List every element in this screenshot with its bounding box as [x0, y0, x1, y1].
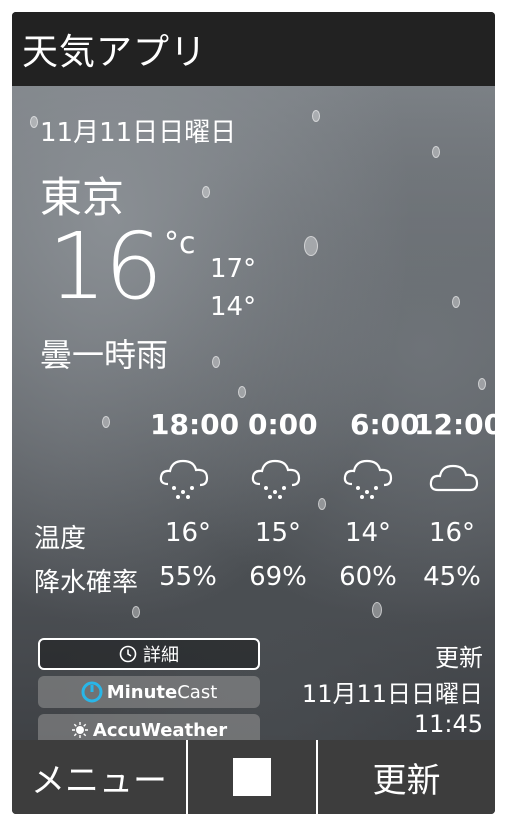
current-temperature: 16	[48, 213, 163, 320]
raindrop-decoration	[102, 416, 110, 428]
current-date: 11月11日日曜日	[40, 118, 237, 148]
forecast-precip: 45%	[423, 562, 481, 592]
forecast-temp: 16°	[428, 518, 476, 548]
raindrop-decoration	[304, 236, 318, 256]
raindrop-decoration	[202, 186, 210, 198]
forecast-precip: 69%	[249, 562, 307, 592]
raindrop-decoration	[318, 498, 326, 510]
title-bar: 天気アプリ	[12, 12, 495, 86]
low-temperature: 14°	[210, 292, 257, 322]
accuweather-label: AccuWeather	[92, 719, 228, 741]
refresh-label: 更新	[372, 760, 441, 801]
weather-condition: 曇一時雨	[40, 336, 169, 374]
updated-time: 11:45	[413, 710, 483, 738]
weather-panel: 11月11日日曜日 東京 16 °c 17° 14° 曇一時雨 18:00 0:…	[12, 86, 495, 740]
raindrop-decoration	[30, 116, 38, 128]
forecast-temp: 16°	[164, 518, 212, 548]
updated-date: 11月11日日曜日	[301, 680, 483, 708]
raindrop-decoration	[452, 296, 460, 308]
clock-icon	[119, 645, 137, 663]
cloud-icon	[429, 464, 479, 492]
menu-button[interactable]: メニュー	[12, 740, 188, 814]
refresh-button[interactable]: 更新	[318, 740, 495, 814]
temperature-unit: °c	[164, 226, 196, 261]
forecast-precip: 55%	[159, 562, 217, 592]
raindrop-decoration	[212, 356, 220, 368]
forecast-precip: 60%	[339, 562, 397, 592]
bottom-bar: メニュー 更新	[12, 740, 495, 814]
forecast-time: 6:00	[350, 408, 420, 441]
updated-label: 更新	[435, 644, 483, 672]
cloud-rain-icon	[251, 459, 301, 499]
menu-label: メニュー	[31, 760, 167, 801]
minutecast-button[interactable]: Minute Cast	[38, 676, 260, 708]
minutecast-label-a: Minute	[106, 681, 178, 703]
raindrop-decoration	[372, 602, 382, 618]
forecast-time: 18:00	[150, 408, 240, 441]
square-icon	[233, 758, 271, 796]
raindrop-decoration	[132, 606, 140, 618]
raindrop-decoration	[478, 378, 486, 390]
app-title: 天気アプリ	[22, 32, 208, 73]
sun-icon	[71, 722, 88, 738]
minutecast-label-b: Cast	[177, 681, 218, 703]
forecast-temp: 14°	[344, 518, 392, 548]
detail-label: 詳細	[143, 645, 179, 666]
phone-screen: 天気アプリ 11月11日日曜日 東京 16 °c 17° 14° 曇一時雨 18…	[12, 12, 495, 814]
cloud-rain-icon	[159, 459, 209, 499]
high-temperature: 17°	[210, 254, 257, 284]
forecast-temp: 15°	[254, 518, 302, 548]
forecast-time: 12:00	[414, 408, 495, 441]
forecast-time: 0:00	[248, 408, 318, 441]
temperature-row-label: 温度	[34, 524, 87, 554]
accuweather-button[interactable]: AccuWeather	[38, 714, 260, 740]
raindrop-decoration	[432, 146, 440, 158]
raindrop-decoration	[312, 110, 320, 122]
raindrop-decoration	[238, 386, 246, 398]
precipitation-row-label: 降水確率	[34, 568, 139, 598]
cloud-rain-icon	[343, 459, 393, 499]
minutecast-logo-icon	[81, 681, 103, 703]
center-button[interactable]	[188, 740, 318, 814]
detail-button[interactable]: 詳細	[38, 638, 260, 670]
